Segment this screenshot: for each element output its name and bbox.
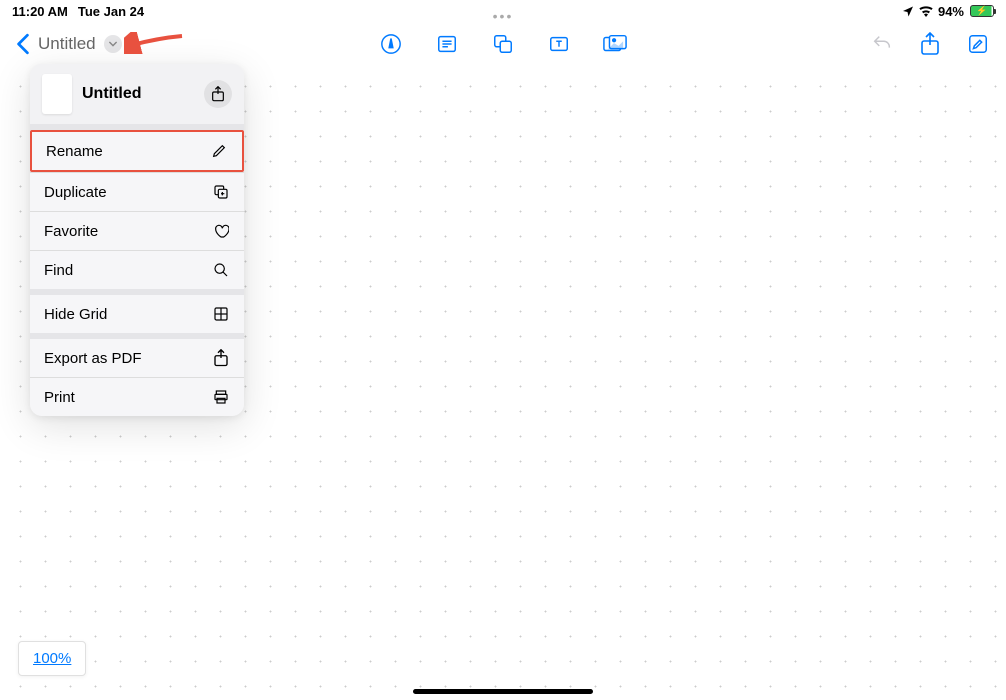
document-thumbnail	[42, 74, 72, 114]
location-icon	[902, 5, 914, 17]
document-menu-header: Untitled	[30, 64, 244, 124]
back-button[interactable]	[16, 33, 30, 55]
textbox-tool-icon[interactable]	[547, 32, 571, 56]
multitasking-handle[interactable]: •••	[493, 8, 514, 24]
export-icon	[212, 349, 230, 367]
shapes-tool-icon[interactable]	[491, 32, 515, 56]
menu-item-export-pdf[interactable]: Export as PDF	[30, 339, 244, 377]
pencil-icon	[210, 142, 228, 160]
quick-share-button[interactable]	[204, 80, 232, 108]
home-indicator[interactable]	[413, 689, 593, 694]
document-menu-title: Untitled	[82, 85, 194, 103]
annotation-arrow	[124, 32, 184, 54]
print-icon	[212, 388, 230, 406]
wifi-icon	[918, 5, 934, 17]
compose-button[interactable]	[966, 32, 990, 56]
menu-item-label: Print	[44, 389, 75, 406]
zoom-level-text: 100%	[33, 650, 71, 667]
title-dropdown-chevron-icon[interactable]	[104, 35, 122, 53]
document-menu: Untitled Rename Duplicate Favorite Find	[30, 64, 244, 416]
menu-item-favorite[interactable]: Favorite	[30, 211, 244, 250]
status-time: 11:20 AM	[12, 4, 68, 19]
text-tool-icon[interactable]	[435, 32, 459, 56]
menu-item-hide-grid[interactable]: Hide Grid	[30, 295, 244, 333]
battery-percent: 94%	[938, 4, 964, 19]
undo-button[interactable]	[870, 32, 894, 56]
menu-item-print[interactable]: Print	[30, 377, 244, 416]
menu-item-label: Rename	[46, 143, 103, 160]
grid-icon	[212, 305, 230, 323]
share-button[interactable]	[918, 32, 942, 56]
document-title[interactable]: Untitled	[38, 34, 96, 54]
duplicate-icon	[212, 183, 230, 201]
pen-tool-icon[interactable]	[379, 32, 403, 56]
image-tool-icon[interactable]	[603, 32, 627, 56]
heart-icon	[212, 222, 230, 240]
menu-item-duplicate[interactable]: Duplicate	[30, 172, 244, 211]
status-date: Tue Jan 24	[78, 4, 144, 19]
search-icon	[212, 261, 230, 279]
zoom-level-button[interactable]: 100%	[18, 641, 86, 676]
menu-item-label: Duplicate	[44, 184, 107, 201]
menu-item-label: Find	[44, 262, 73, 279]
menu-item-label: Export as PDF	[44, 350, 142, 367]
menu-item-label: Hide Grid	[44, 306, 107, 323]
menu-item-label: Favorite	[44, 223, 98, 240]
menu-item-rename[interactable]: Rename	[30, 130, 244, 172]
battery-icon: ⚡	[970, 5, 994, 17]
menu-item-find[interactable]: Find	[30, 250, 244, 289]
